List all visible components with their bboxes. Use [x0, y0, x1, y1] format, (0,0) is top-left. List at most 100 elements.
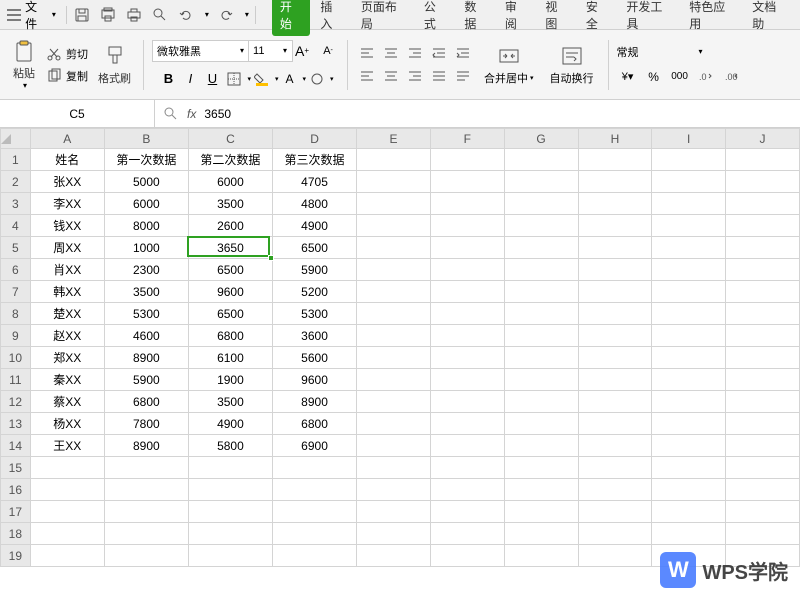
cell[interactable] [726, 479, 800, 501]
cell[interactable] [504, 237, 578, 259]
col-header-J[interactable]: J [726, 129, 800, 149]
cell[interactable] [726, 457, 800, 479]
distributed-button[interactable] [452, 67, 474, 85]
cell[interactable]: 4600 [104, 325, 188, 347]
cell[interactable] [357, 391, 431, 413]
cell[interactable] [30, 545, 104, 567]
cell[interactable] [726, 501, 800, 523]
cell[interactable] [726, 413, 800, 435]
cell[interactable]: 3600 [272, 325, 356, 347]
cell[interactable] [652, 281, 726, 303]
cell[interactable] [430, 457, 504, 479]
cell[interactable] [504, 303, 578, 325]
cell[interactable]: 5300 [272, 303, 356, 325]
direct-print-icon[interactable] [151, 6, 169, 24]
currency-button[interactable]: ¥▾ [617, 66, 639, 88]
col-header-A[interactable]: A [30, 129, 104, 149]
tab-layout[interactable]: 页面布局 [353, 0, 414, 36]
col-header-C[interactable]: C [188, 129, 272, 149]
cell[interactable]: 钱XX [30, 215, 104, 237]
cell[interactable] [504, 391, 578, 413]
cell[interactable]: 5900 [104, 369, 188, 391]
redo-icon[interactable] [217, 6, 235, 24]
cell[interactable] [430, 545, 504, 567]
row-header-19[interactable]: 19 [1, 545, 31, 567]
cell[interactable]: 4705 [272, 171, 356, 193]
chevron-down-icon[interactable]: ▾ [245, 10, 249, 19]
cell[interactable] [504, 347, 578, 369]
print-preview-icon[interactable] [99, 6, 117, 24]
row-header-10[interactable]: 10 [1, 347, 31, 369]
cell[interactable] [726, 281, 800, 303]
cell[interactable] [578, 325, 652, 347]
cell[interactable] [430, 391, 504, 413]
cell[interactable] [578, 545, 652, 567]
col-header-I[interactable]: I [652, 129, 726, 149]
cell[interactable] [578, 523, 652, 545]
cell[interactable]: 5200 [272, 281, 356, 303]
cell[interactable] [578, 391, 652, 413]
tab-start[interactable]: 开始 [272, 0, 311, 36]
cell[interactable]: 6500 [188, 303, 272, 325]
increase-font-button[interactable]: A+ [291, 40, 313, 62]
cell[interactable] [430, 435, 504, 457]
cell[interactable]: 杨XX [30, 413, 104, 435]
font-color-button[interactable]: A [279, 68, 301, 90]
save-icon[interactable] [73, 6, 91, 24]
cell[interactable] [30, 479, 104, 501]
cell[interactable] [104, 501, 188, 523]
align-center-button[interactable] [380, 67, 402, 85]
cell[interactable] [578, 237, 652, 259]
cell[interactable] [504, 281, 578, 303]
cell[interactable]: 蔡XX [30, 391, 104, 413]
row-header-8[interactable]: 8 [1, 303, 31, 325]
cell[interactable] [430, 281, 504, 303]
cell[interactable]: 秦XX [30, 369, 104, 391]
align-top-button[interactable] [356, 45, 378, 63]
col-header-D[interactable]: D [272, 129, 356, 149]
cell[interactable] [726, 303, 800, 325]
cell[interactable]: 8900 [104, 347, 188, 369]
tab-data[interactable]: 数据 [456, 0, 495, 36]
cell[interactable]: 3500 [188, 391, 272, 413]
cell[interactable] [578, 435, 652, 457]
cell[interactable]: 8900 [104, 435, 188, 457]
cell[interactable] [430, 369, 504, 391]
cell[interactable] [30, 523, 104, 545]
zoom-icon[interactable] [163, 106, 179, 122]
tab-dochelp[interactable]: 文档助 [744, 0, 794, 36]
cell[interactable]: 李XX [30, 193, 104, 215]
cell[interactable] [357, 303, 431, 325]
cell[interactable] [272, 479, 356, 501]
cell[interactable] [652, 413, 726, 435]
cell[interactable] [357, 259, 431, 281]
cell[interactable] [430, 215, 504, 237]
cell[interactable] [726, 369, 800, 391]
cell[interactable] [652, 369, 726, 391]
cell[interactable] [504, 259, 578, 281]
cell[interactable] [652, 303, 726, 325]
row-header-6[interactable]: 6 [1, 259, 31, 281]
row-header-2[interactable]: 2 [1, 171, 31, 193]
cell[interactable] [272, 457, 356, 479]
cell[interactable] [726, 171, 800, 193]
cell[interactable] [357, 457, 431, 479]
cell[interactable]: 周XX [30, 237, 104, 259]
copy-button[interactable]: 复制 [44, 66, 90, 86]
cell[interactable] [578, 457, 652, 479]
cell[interactable] [430, 171, 504, 193]
cell[interactable] [504, 149, 578, 171]
cell[interactable] [578, 369, 652, 391]
cell[interactable]: 6000 [104, 193, 188, 215]
cell[interactable] [652, 479, 726, 501]
cell[interactable] [104, 457, 188, 479]
cell[interactable] [504, 193, 578, 215]
cell[interactable]: 3500 [104, 281, 188, 303]
cell[interactable] [726, 259, 800, 281]
merge-center-button[interactable]: 合并居中▾ [478, 42, 540, 88]
print-icon[interactable] [125, 6, 143, 24]
name-box[interactable] [0, 100, 155, 127]
col-header-F[interactable]: F [430, 129, 504, 149]
cell[interactable] [188, 457, 272, 479]
cell[interactable]: 8000 [104, 215, 188, 237]
